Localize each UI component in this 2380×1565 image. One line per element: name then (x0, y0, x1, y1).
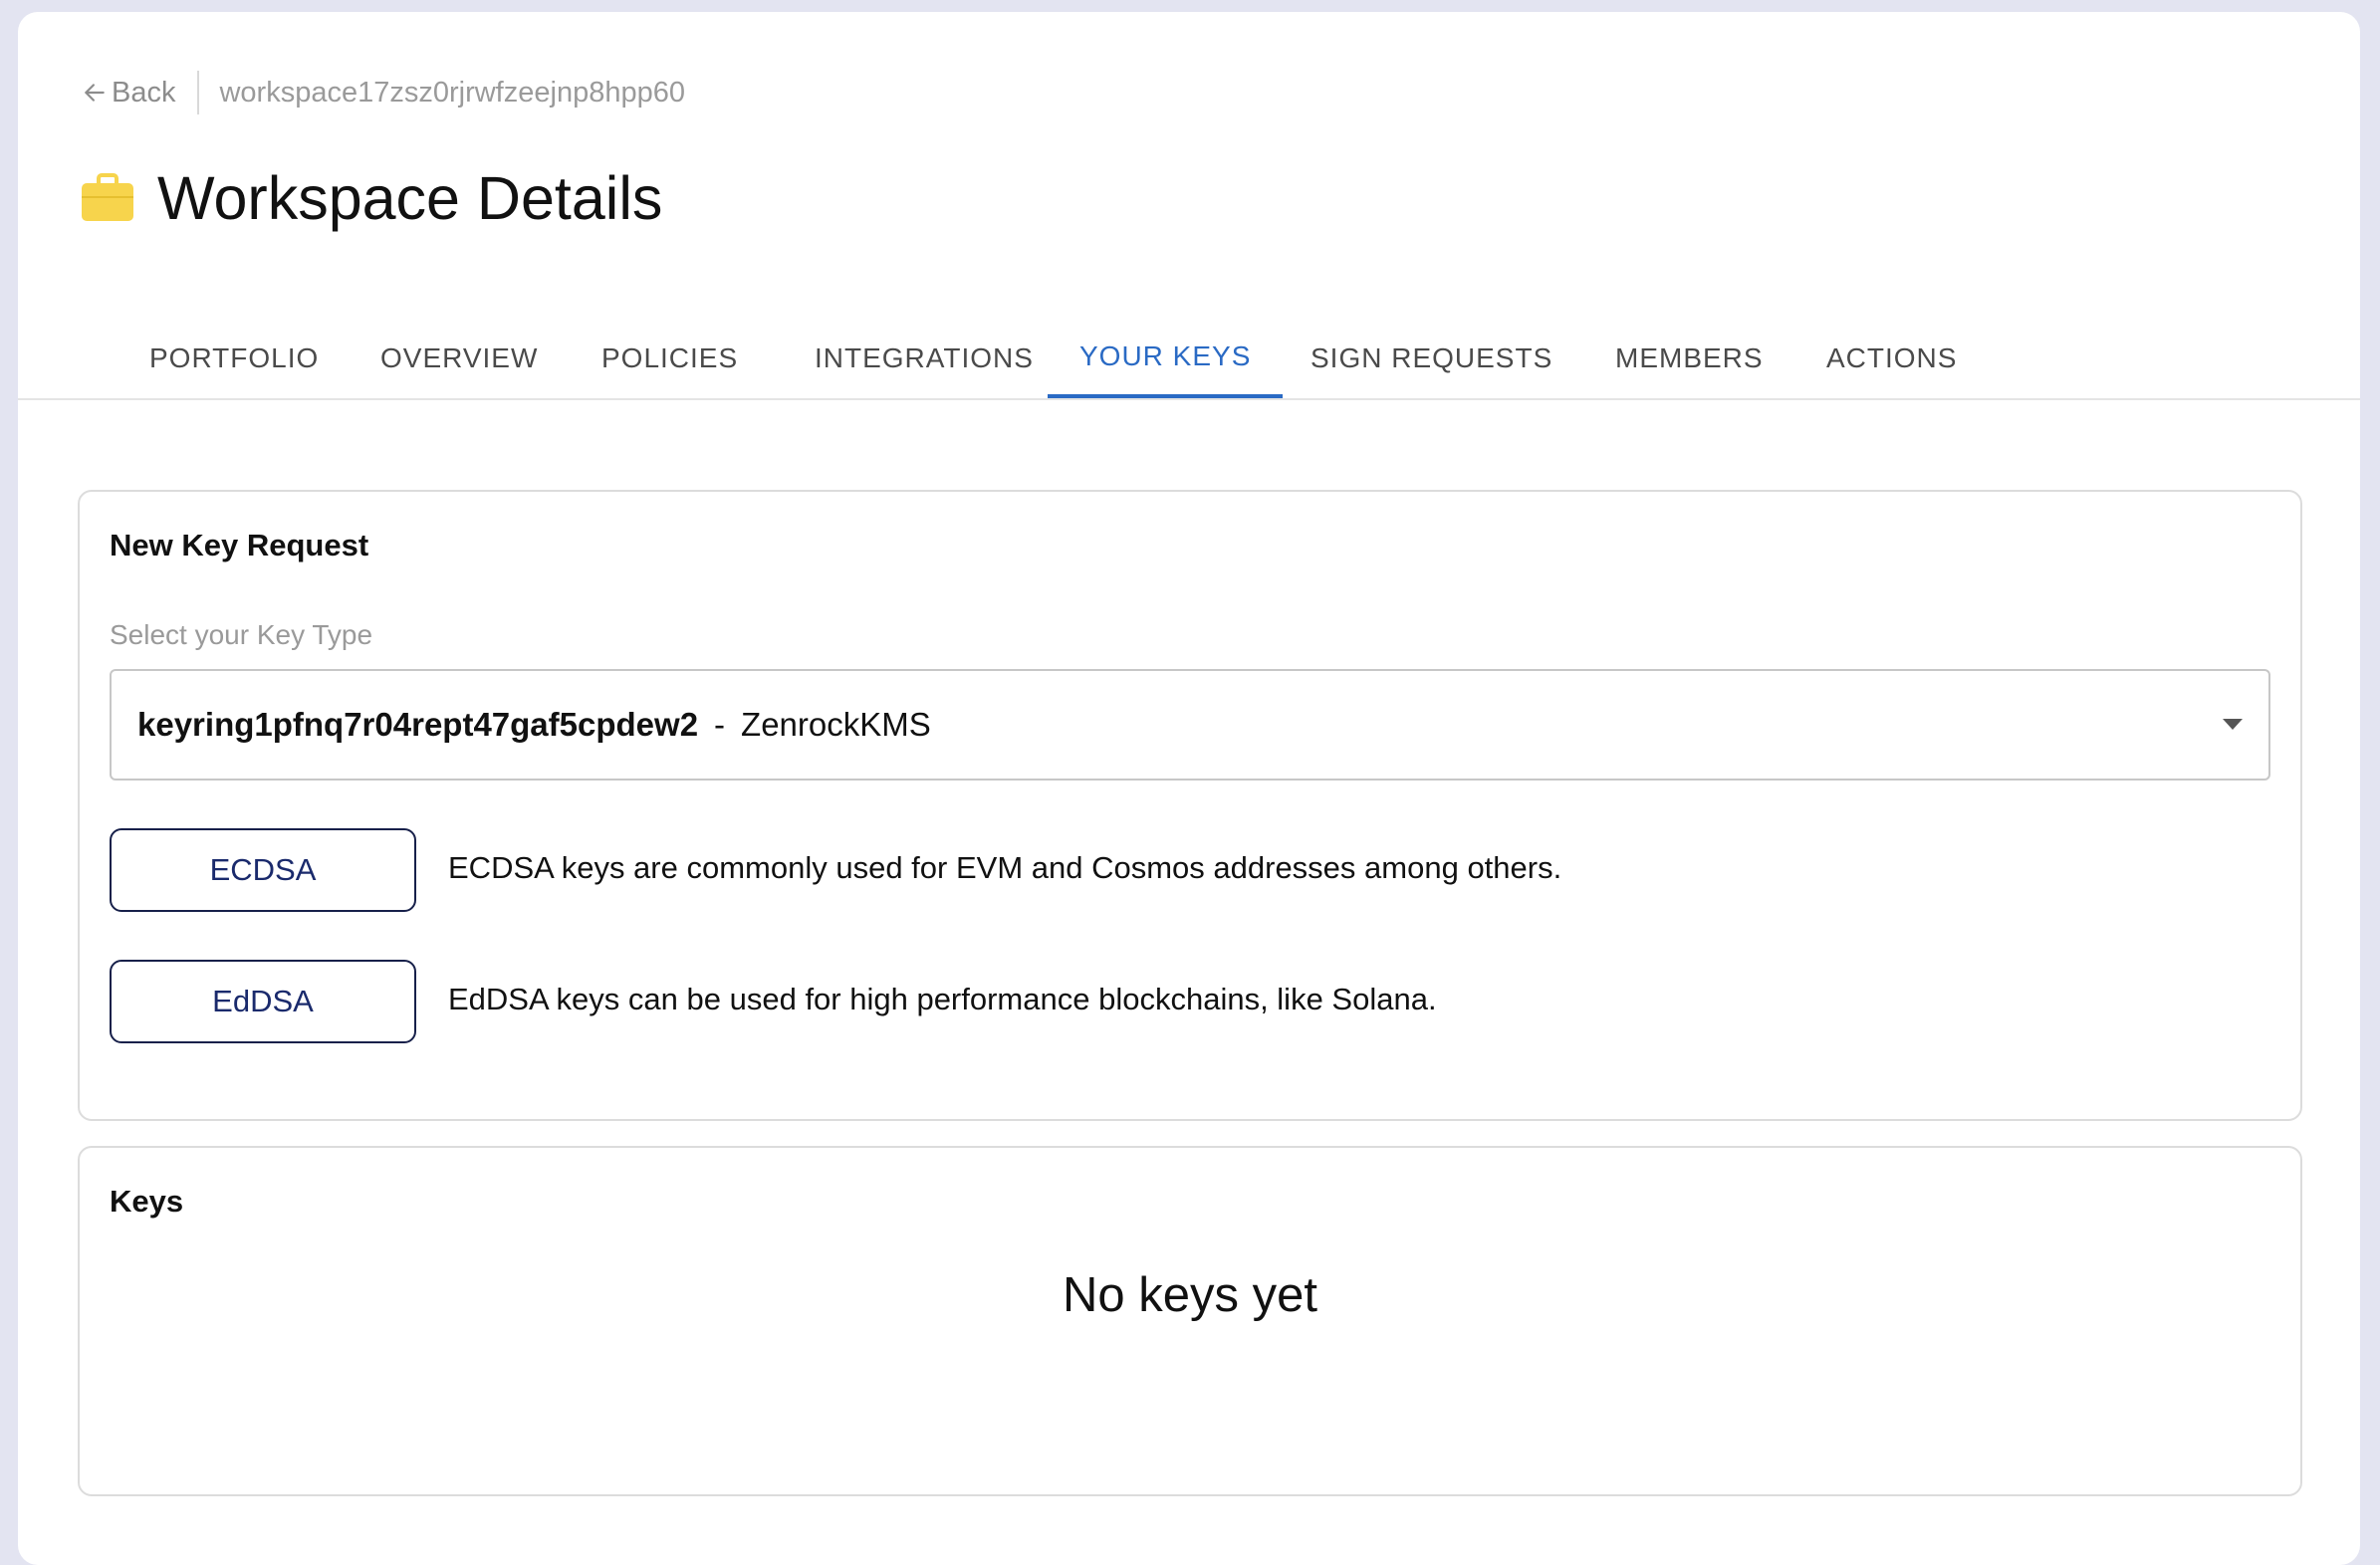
breadcrumb-divider (197, 71, 200, 114)
tab-members[interactable]: MEMBERS (1583, 319, 1795, 398)
key-type-select[interactable]: keyring1pfnq7r04rept47gaf5cpdew2 - Zenro… (110, 669, 2270, 781)
eddsa-description: EdDSA keys can be used for high performa… (448, 982, 1437, 1016)
breadcrumb: Back workspace17zsz0rjrwfzeejnp8hpp60 (82, 70, 685, 115)
workspace-id: workspace17zsz0rjrwfzeejnp8hpp60 (219, 76, 685, 109)
select-separator: - (714, 706, 726, 743)
ecdsa-description: ECDSA keys are commonly used for EVM and… (448, 850, 1562, 885)
keys-panel: Keys No keys yet (78, 1146, 2302, 1496)
new-key-request-panel: New Key Request Select your Key Type key… (78, 490, 2302, 1121)
keys-empty-message: No keys yet (1063, 1268, 1317, 1322)
tab-portfolio[interactable]: PORTFOLIO (118, 319, 351, 398)
new-key-request-title: New Key Request (110, 528, 369, 562)
briefcase-icon (82, 173, 133, 221)
keys-title: Keys (110, 1184, 184, 1219)
title-row: Workspace Details (82, 159, 662, 237)
back-button[interactable]: Back (82, 77, 175, 110)
tab-bar: PORTFOLIO OVERVIEW POLICIES INTEGRATIONS… (18, 319, 2360, 400)
selected-keyring: keyring1pfnq7r04rept47gaf5cpdew2 (137, 706, 699, 743)
selected-provider: ZenrockKMS (741, 706, 931, 743)
tab-overview[interactable]: OVERVIEW (349, 319, 570, 398)
tab-actions[interactable]: ACTIONS (1794, 319, 1989, 398)
page-title: Workspace Details (157, 164, 663, 232)
tab-sign-requests[interactable]: SIGN REQUESTS (1279, 319, 1584, 398)
eddsa-button[interactable]: EdDSA (110, 960, 416, 1043)
tab-your-keys[interactable]: YOUR KEYS (1048, 319, 1284, 398)
back-label: Back (112, 76, 176, 109)
ecdsa-button[interactable]: ECDSA (110, 828, 416, 912)
key-type-label: Select your Key Type (110, 619, 373, 650)
tab-policies[interactable]: POLICIES (570, 319, 770, 398)
arrow-left-icon (85, 84, 105, 102)
tab-integrations[interactable]: INTEGRATIONS (783, 319, 1066, 398)
dropdown-arrow-icon (2223, 719, 2243, 730)
